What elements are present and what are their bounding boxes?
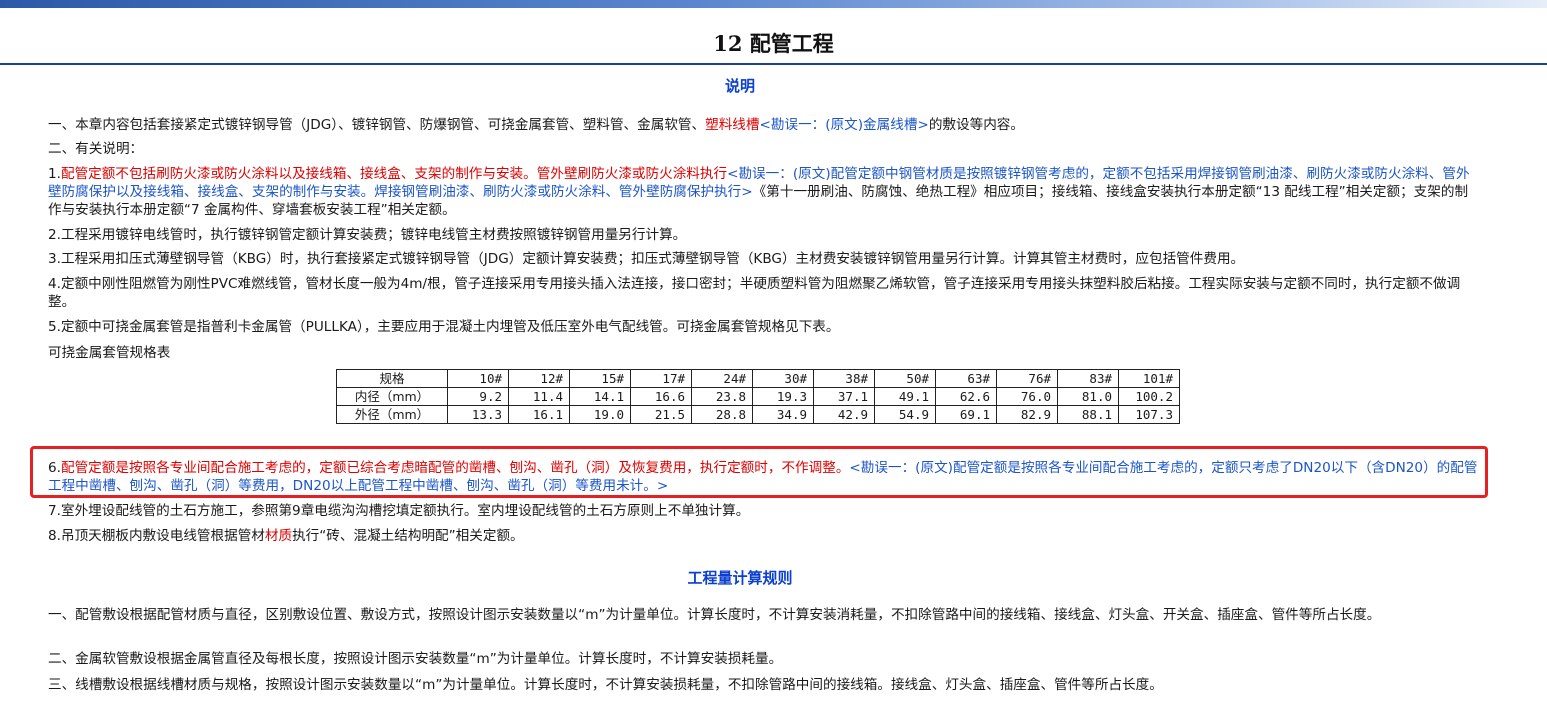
note-1-errata: <勘误一：(原文)金属线槽>: [759, 117, 929, 133]
note-1-text-a: 一、本章内容包括套接紧定式镀锌钢导管（JDG）、镀锌钢管、防爆钢管、可挠金属套管…: [48, 117, 706, 133]
table-cell: 16.1: [508, 405, 570, 424]
table-cell: 101#: [1118, 369, 1180, 388]
table-row: 规格 10# 12# 15# 17# 24# 30# 38# 50# 63# 7…: [336, 369, 1180, 388]
note-paragraph-2: 二、有关说明：: [48, 141, 144, 157]
table-cell: 10#: [447, 369, 509, 388]
table-cell: 83#: [1057, 369, 1119, 388]
note-item-2: 2.工程采用镀锌电线管时，执行镀锌钢管定额计算安装费；镀锌电线管主材费按照镀锌钢…: [48, 227, 687, 243]
note-item-7: 7.室外埋设配线管的土石方施工，参照第9章电缆沟沟槽挖填定额执行。室内埋设配线管…: [48, 503, 750, 519]
note-item-3: 3.工程采用扣压式薄壁钢导管（KBG）时，执行套接紧定式镀锌钢导管（JDG）定额…: [48, 251, 1245, 267]
page-title: 12 配管工程: [713, 31, 834, 56]
table-cell: 54.9: [874, 405, 936, 424]
table-cell: 12#: [508, 369, 570, 388]
table-cell: 82.9: [996, 405, 1058, 424]
section-heading-rules: 工程量计算规则: [687, 569, 793, 587]
top-accent-bar: [0, 0, 1547, 8]
table-cell: 42.9: [813, 405, 875, 424]
table-cell: 16.6: [630, 387, 692, 406]
item-8-text-b: 执行“砖、混凝土结构明配”相关定额。: [292, 528, 524, 544]
item-1-red: 配管定额不包括刷防火漆或防火涂料以及接线箱、接线盒、支架的制作与安装。管外壁刷防…: [60, 166, 728, 182]
note-item-6: 6.配管定额是按照各专业间配合施工考虑的，定额已综合考虑暗配管的凿槽、刨沟、凿孔…: [48, 459, 1478, 495]
table-cell: 69.1: [935, 405, 997, 424]
item-1-prefix: 1.: [48, 166, 61, 182]
note-1-text-b: 的敷设等内容。: [928, 117, 1024, 133]
note-item-5: 5.定额中可挠金属套管是指普利卡金属管（PULLKA），主要应用于混凝土内埋管及…: [48, 319, 840, 335]
item-8-red: 材质: [264, 528, 293, 544]
table-row-label: 外径（mm）: [336, 405, 448, 424]
table-cell: 76.0: [996, 387, 1058, 406]
table-cell: 76#: [996, 369, 1058, 388]
rule-2: 二、金属软管敷设根据金属管直径及每根长度，按照设计图示安装数量“m”为计量单位。…: [48, 651, 783, 667]
item-8-text-a: 8.吊顶天棚板内敷设电线管根据管材: [48, 528, 265, 544]
table-cell: 34.9: [752, 405, 814, 424]
table-cell: 81.0: [1057, 387, 1119, 406]
item-6-red: 配管定额是按照各专业间配合施工考虑的，定额已综合考虑暗配管的凿槽、刨沟、凿孔（洞…: [60, 460, 850, 476]
table-cell: 14.1: [569, 387, 631, 406]
note-item-1: 1.配管定额不包括刷防火漆或防火涂料以及接线箱、接线盒、支架的制作与安装。管外壁…: [48, 165, 1478, 219]
table-cell: 38#: [813, 369, 875, 388]
table-row-label: 内径（mm）: [336, 387, 448, 406]
rule-1: 一、配管敷设根据配管材质与直径，区别敷设位置、敷设方式，按照设计图示安装数量以“…: [48, 607, 1381, 623]
table-row: 外径（mm） 13.3 16.1 19.0 21.5 28.8 34.9 42.…: [336, 405, 1180, 424]
table-cell: 62.6: [935, 387, 997, 406]
table-cell: 19.3: [752, 387, 814, 406]
section-heading-notes: 说明: [724, 77, 755, 95]
table-cell: 28.8: [691, 405, 753, 424]
table-cell: 9.2: [447, 387, 509, 406]
table-cell: 100.2: [1118, 387, 1180, 406]
table-cell: 24#: [691, 369, 753, 388]
table-cell: 11.4: [508, 387, 570, 406]
table-cell: 37.1: [813, 387, 875, 406]
rule-3: 三、线槽敷设根据线槽材质与规格，按照设计图示安装数量以“m”为计量单位。计算长度…: [48, 677, 1163, 693]
title-divider: [0, 63, 1547, 65]
note-1-red: 塑料线槽: [705, 117, 760, 133]
table-caption: 可挠金属套管规格表: [48, 345, 171, 361]
table-cell: 19.0: [569, 405, 631, 424]
table-cell: 50#: [874, 369, 936, 388]
note-item-8: 8.吊顶天棚板内敷设电线管根据管材材质执行“砖、混凝土结构明配”相关定额。: [48, 527, 1478, 545]
table-cell: 63#: [935, 369, 997, 388]
item-6-prefix: 6.: [48, 460, 61, 476]
table-cell: 88.1: [1057, 405, 1119, 424]
table-cell: 107.3: [1118, 405, 1180, 424]
table-cell: 15#: [569, 369, 631, 388]
table-cell: 21.5: [630, 405, 692, 424]
table-row-label: 规格: [336, 369, 448, 388]
table-row: 内径（mm） 9.2 11.4 14.1 16.6 23.8 19.3 37.1…: [336, 387, 1180, 406]
note-item-4: 4.定额中刚性阻燃管为刚性PVC难燃线管，管材长度一般为4m/根，管子连接采用专…: [48, 276, 1461, 310]
note-paragraph-1: 一、本章内容包括套接紧定式镀锌钢导管（JDG）、镀锌钢管、防爆钢管、可挠金属套管…: [48, 116, 1478, 134]
table-cell: 30#: [752, 369, 814, 388]
table-cell: 17#: [630, 369, 692, 388]
table-cell: 49.1: [874, 387, 936, 406]
table-cell: 13.3: [447, 405, 509, 424]
conduit-spec-table: 规格 10# 12# 15# 17# 24# 30# 38# 50# 63# 7…: [336, 369, 1180, 424]
table-cell: 23.8: [691, 387, 753, 406]
